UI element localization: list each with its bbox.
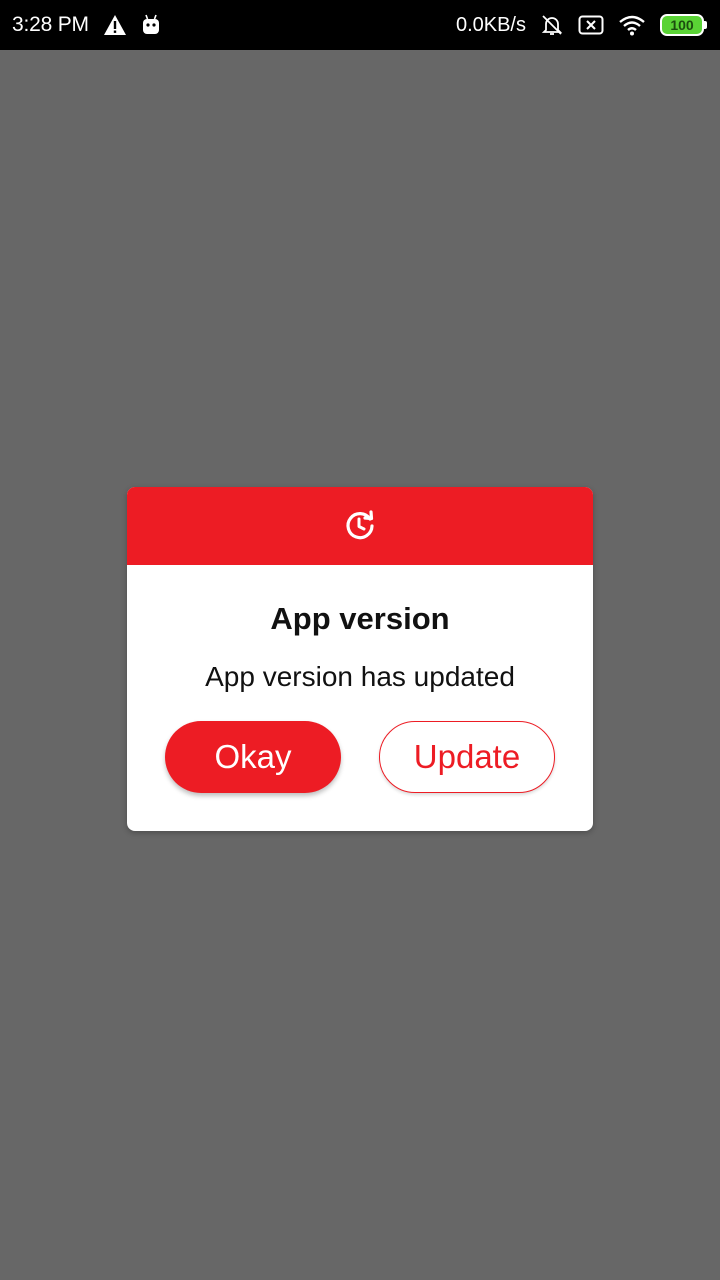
status-bar: 3:28 PM 0.0KB/s 100 — [0, 0, 720, 50]
status-bar-right: 0.0KB/s 100 — [456, 13, 708, 37]
dialog-title: App version — [270, 601, 450, 636]
status-time: 3:28 PM — [12, 13, 89, 36]
status-bar-left: 3:28 PM — [12, 13, 161, 37]
dialog-message: App version has updated — [205, 661, 515, 692]
bell-muted-icon — [540, 13, 564, 37]
android-icon — [141, 14, 161, 36]
warning-icon — [103, 14, 127, 36]
okay-button[interactable]: Okay — [165, 721, 341, 793]
update-button[interactable]: Update — [379, 721, 555, 793]
network-speed: 0.0KB/s — [455, 13, 526, 36]
dialog-header — [127, 487, 593, 565]
sim-none-icon — [578, 15, 604, 35]
battery-icon: 100 — [660, 14, 707, 36]
app-version-dialog: App version App version has updated Okay… — [127, 487, 593, 831]
update-history-icon — [343, 509, 377, 543]
battery-level: 100 — [670, 17, 694, 33]
dialog-actions: Okay Update — [127, 721, 593, 793]
wifi-icon — [618, 14, 646, 36]
